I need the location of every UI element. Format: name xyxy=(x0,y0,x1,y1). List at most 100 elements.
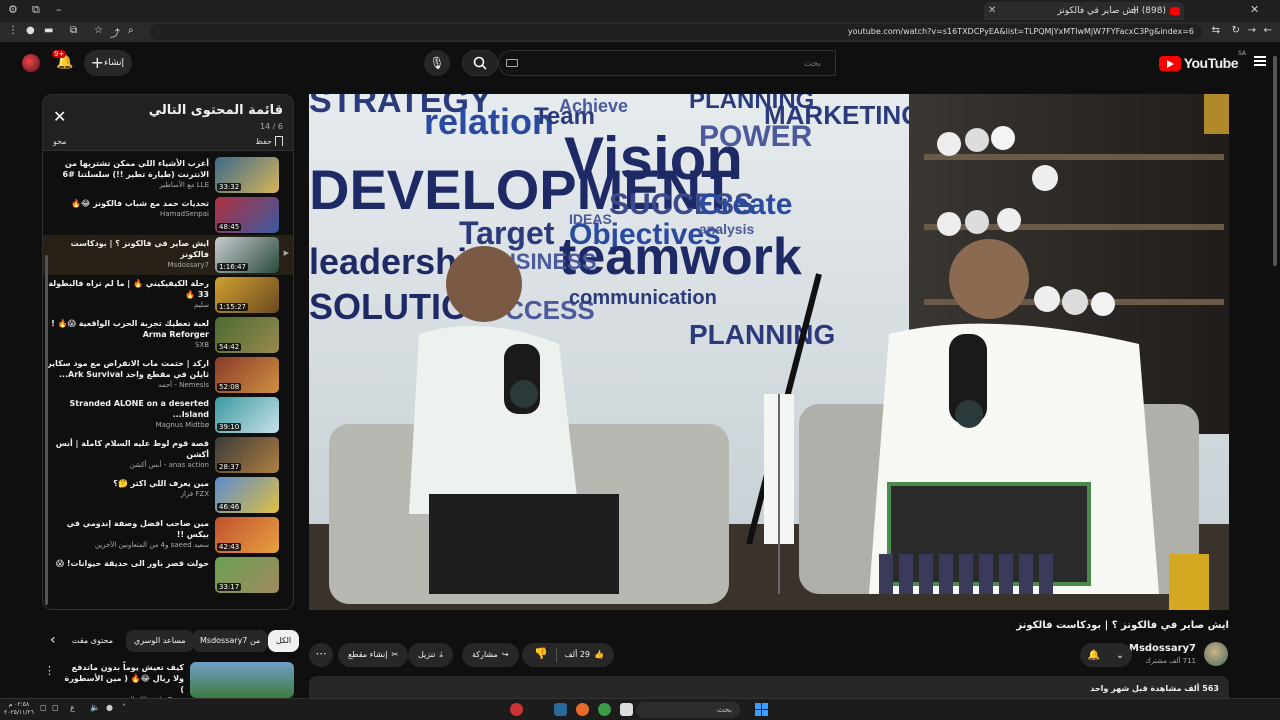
channel-name[interactable]: Msdossary7 xyxy=(1129,643,1196,654)
chrome-icon[interactable] xyxy=(598,703,611,716)
playlist-item[interactable]: 33:32 أغرب الأشياء اللي ممكن تشتريها من ا… xyxy=(43,155,293,195)
share-button[interactable]: ↪ مشاركة xyxy=(462,643,519,667)
playlist-item-title[interactable]: مين يعرف اللي اكثر 🤔؟ xyxy=(47,478,209,489)
video-thumbnail[interactable]: 1:16:47 xyxy=(215,237,279,273)
more-icon[interactable]: ⋮ xyxy=(8,25,18,36)
video-thumbnail[interactable]: 48:45 xyxy=(215,197,279,233)
playlist-item-title[interactable]: حولت قصر باور الى حديقة حيوانات! 😱 xyxy=(47,558,209,569)
split-view-icon[interactable]: ⇆ xyxy=(1212,25,1220,36)
playlist-item-title[interactable]: أغرب الأشياء اللي ممكن تشتريها من الانتر… xyxy=(47,158,209,180)
video-thumbnail[interactable]: 39:10 xyxy=(215,397,279,433)
chip-all[interactable]: الكل xyxy=(268,630,300,652)
video-thumbnail[interactable]: 33:32 xyxy=(215,157,279,193)
playlist-item[interactable]: 46:46 مين يعرف اللي اكثر 🤔؟ FZX فراز xyxy=(43,475,293,515)
tab-close-icon[interactable]: ✕ xyxy=(988,2,996,20)
playlist-item-title[interactable]: تحديات حمد مع شباب فالكونز 😂🔥 xyxy=(47,198,209,209)
language-indicator[interactable]: ع xyxy=(70,703,75,712)
notifications-button[interactable]: 🔔 9+ xyxy=(52,50,73,70)
playlist-item[interactable]: 52:08 اركد | ختمت ماب الانقراض مع مود سكا… xyxy=(43,355,293,395)
window-menu-icon[interactable]: ⚙ xyxy=(8,3,18,16)
scissors-icon: ✂ xyxy=(391,650,399,659)
recommendation-thumbnail[interactable] xyxy=(190,662,294,698)
search-input[interactable] xyxy=(499,52,835,76)
playlist-item-title[interactable]: ايش صاير في فالكونز ؟ | بودكاست فالكونز xyxy=(47,238,209,260)
forward-icon[interactable]: → xyxy=(1248,25,1256,36)
playlist-item[interactable]: 39:10 Stranded ALONE on a deserted Island… xyxy=(43,395,293,435)
zoom-icon[interactable]: ⌕ xyxy=(128,25,134,36)
chevron-up-icon[interactable]: ˄ xyxy=(122,703,126,712)
back-icon[interactable]: ← xyxy=(1264,25,1272,36)
voice-search-button[interactable]: 🎙 xyxy=(424,50,450,76)
create-button[interactable]: إنشاء + xyxy=(84,50,132,76)
star-icon[interactable]: ☆ xyxy=(94,25,103,36)
video-thumbnail[interactable]: 42:43 xyxy=(215,517,279,553)
app-tray-icon[interactable]: ● xyxy=(106,703,113,712)
playlist-item-title[interactable]: لعبة تعطيك تجربة الحرب الواقعية 😱🔥 ! Arm… xyxy=(47,318,209,340)
playlist-item[interactable]: 48:45 تحديات حمد مع شباب فالكونز 😂🔥 HamadS… xyxy=(43,195,293,235)
taskbar-search[interactable]: بحث xyxy=(636,702,740,718)
playlist-item[interactable]: ▶ 1:16:47 ايش صاير في فالكونز ؟ | بودكاست … xyxy=(43,235,293,275)
chip-recent[interactable]: محتوى مقت xyxy=(64,630,121,652)
dash-icon[interactable]: ▬ xyxy=(44,25,53,36)
steam-icon[interactable] xyxy=(554,703,567,716)
folder-icon[interactable] xyxy=(620,703,633,716)
keyboard-icon[interactable] xyxy=(506,59,518,67)
playlist-item-title[interactable]: Stranded ALONE on a deserted Island... xyxy=(47,398,209,420)
video-thumbnail[interactable]: 33:17 xyxy=(215,557,279,593)
dislike-button[interactable]: 👎 xyxy=(534,647,548,660)
close-icon[interactable]: ✕ xyxy=(53,107,66,126)
more-vert-icon[interactable]: ⋮ xyxy=(44,664,55,677)
playlist-item-title[interactable]: رحلة الكيفيكيني 🔥 | ما لم تراه فالبطولة … xyxy=(47,278,209,300)
more-actions-button[interactable]: ⋯ xyxy=(309,643,333,667)
playlist-item[interactable]: 1:15:27 رحلة الكيفيكيني 🔥 | ما لم تراه فا… xyxy=(43,275,293,315)
window-close-icon[interactable]: ✕ xyxy=(1250,3,1259,16)
windows-start-icon[interactable] xyxy=(755,703,768,716)
hamburger-menu-icon[interactable] xyxy=(1254,56,1266,66)
page-scrollbar[interactable] xyxy=(1273,56,1277,266)
url-bar[interactable]: youtube.com/watch?v=s16TXDCPyEA&list=TLP… xyxy=(150,24,1202,40)
record-icon[interactable]: ● xyxy=(26,25,35,36)
minimize-icon[interactable]: – xyxy=(56,3,62,16)
video-thumbnail[interactable]: 52:08 xyxy=(215,357,279,393)
video-player[interactable]: STRATEGY relation Team Achieve PLANNING DEVEL… xyxy=(309,94,1229,610)
playlist-item[interactable]: 33:17 حولت قصر باور الى حديقة حيوانات! 😱 xyxy=(43,555,293,595)
extensions-icon[interactable]: ⧉ xyxy=(70,25,77,36)
playlist-item-title[interactable]: اركد | ختمت ماب الانقراض مع مود سكاير ثا… xyxy=(47,358,209,380)
playlist-item-title[interactable]: قصة قوم لوط عليه السلام كاملة | أنس أكشن xyxy=(47,438,209,460)
chevron-left-icon[interactable]: ‹ xyxy=(50,632,56,648)
subscribed-button[interactable]: 🔔 ⌄ xyxy=(1080,643,1132,667)
playlist-item[interactable]: 54:42 لعبة تعطيك تجربة الحرب الواقعية 😱🔥 … xyxy=(43,315,293,355)
youtube-favicon-icon xyxy=(1170,7,1180,15)
youtube-logo[interactable]: YouTube SA xyxy=(1158,50,1246,72)
video-thumbnail[interactable]: 46:46 xyxy=(215,477,279,513)
playlist-item-title[interactable]: مين صاحب افضل وصفة إندومي في بيكس !! xyxy=(47,518,209,540)
channel-avatar[interactable] xyxy=(1204,642,1228,666)
playlist-item[interactable]: 28:37 قصة قوم لوط عليه السلام كاملة | أنس… xyxy=(43,435,293,475)
chip-related[interactable]: مساعد الوسري xyxy=(126,630,194,652)
recommendation-title[interactable]: كيف تعيش يوماً بدون ماتدفع ولا ريال 😂🔥 (… xyxy=(62,662,185,695)
notification-icon[interactable]: ◻ xyxy=(40,703,47,712)
network-icon[interactable]: ◻ xyxy=(52,703,59,712)
share-page-icon[interactable]: ⤴ xyxy=(110,25,120,40)
firefox-icon[interactable] xyxy=(576,703,589,716)
video-thumbnail[interactable]: 54:42 xyxy=(215,317,279,353)
search-button[interactable] xyxy=(462,50,498,76)
new-tab-icon[interactable]: + xyxy=(1130,3,1139,16)
record-app-icon[interactable] xyxy=(510,703,523,716)
recommendation-item[interactable]: كيف تعيش يوماً بدون ماتدفع ولا ريال 😂🔥 (… xyxy=(42,660,294,704)
playlist-item-channel: Magnus Midtbø xyxy=(155,421,209,429)
video-thumbnail[interactable]: 1:15:27 xyxy=(215,277,279,313)
clip-button[interactable]: ✂ إنشاء مقطع xyxy=(338,643,409,667)
reload-icon[interactable]: ↻ xyxy=(1232,25,1240,36)
like-button[interactable]: 👍 29 ألف xyxy=(564,643,604,667)
playlist-item[interactable]: 42:43 مين صاحب افضل وصفة إندومي في بيكس !… xyxy=(43,515,293,555)
video-thumbnail[interactable]: 28:37 xyxy=(215,437,279,473)
chip-from-channel[interactable]: من Msdossary7 xyxy=(192,630,269,652)
volume-icon[interactable]: 🔈 xyxy=(90,703,100,712)
avatar[interactable] xyxy=(22,54,40,72)
tab-actions-icon[interactable]: ⧉ xyxy=(32,3,40,17)
browser-tab[interactable]: (898) ايش صاير في فالكونز ✕ xyxy=(984,2,1184,20)
download-button[interactable]: ⤓ تنزيل xyxy=(408,643,453,667)
clock[interactable]: ٠٢:٥٨ م ٢٠٢٥/١١/٢٦ xyxy=(4,701,34,717)
playlist-scrollbar[interactable] xyxy=(45,255,48,605)
